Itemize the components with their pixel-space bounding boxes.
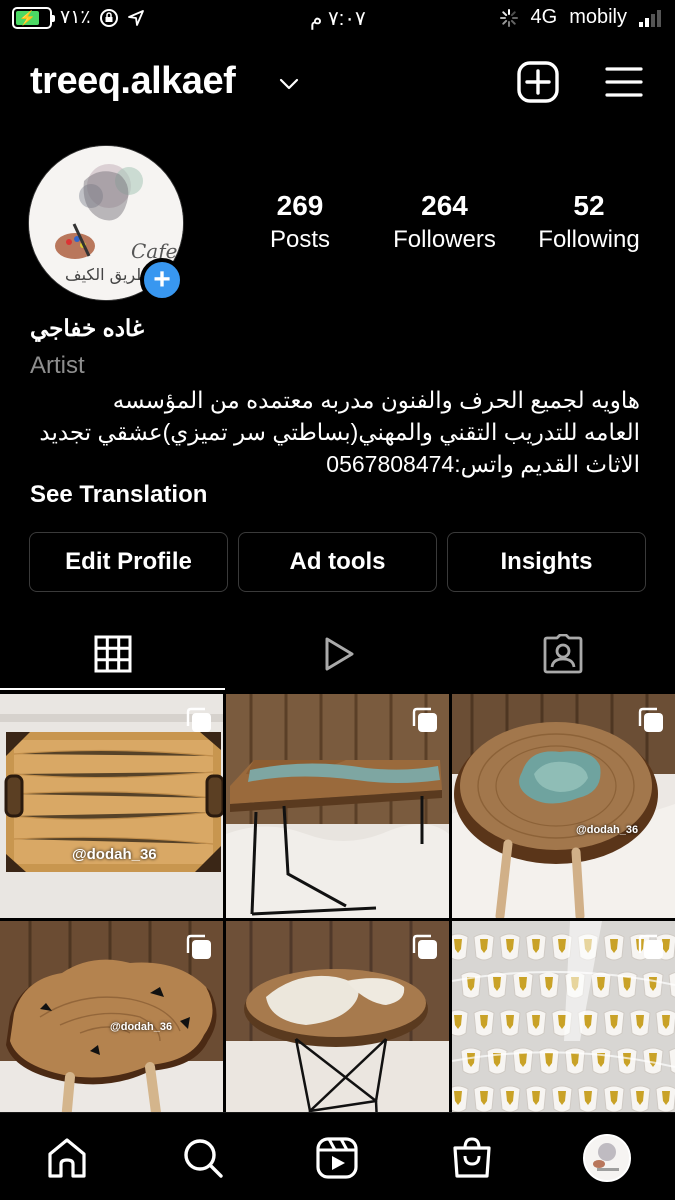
- carousel-icon: [186, 934, 211, 959]
- posts-grid: @dodah_36 @dodah_36 @dodah_36: [0, 694, 675, 1112]
- stat-posts[interactable]: 269 Posts: [250, 190, 350, 254]
- carousel-icon: [638, 707, 663, 732]
- tagged-user-icon: [543, 634, 582, 674]
- tab-tagged[interactable]: [450, 618, 675, 690]
- nav-shop[interactable]: [447, 1133, 497, 1183]
- new-post-icon[interactable]: [516, 60, 560, 104]
- active-tab-indicator: [0, 688, 225, 690]
- nav-home[interactable]: [42, 1133, 92, 1183]
- network-type: 4G: [530, 6, 558, 28]
- see-translation-link[interactable]: See Translation: [30, 481, 207, 509]
- display-name: غاده خفاجي: [30, 315, 144, 341]
- post-thumbnail[interactable]: [226, 921, 449, 1112]
- lock-rotation-icon: [99, 8, 118, 27]
- profile-avatar-mini: [583, 1134, 631, 1182]
- status-time: ٧:٠٧ م: [310, 8, 366, 30]
- nav-profile[interactable]: [582, 1133, 632, 1183]
- profile-tabs: [0, 618, 675, 692]
- bottom-nav: [0, 1112, 675, 1200]
- loading-icon: [499, 8, 518, 27]
- grid-icon: [94, 635, 131, 673]
- following-label: Following: [538, 226, 640, 253]
- reels-icon: [316, 1137, 358, 1179]
- status-left: ⚡ ٧١٪: [12, 6, 145, 29]
- edit-profile-button[interactable]: Edit Profile: [29, 532, 228, 592]
- stat-following[interactable]: 52 Following: [530, 190, 648, 254]
- bio: هاويه لجميع الحرف والفنون مدربه معتمده م…: [28, 384, 640, 480]
- battery-icon: ⚡: [12, 6, 55, 29]
- post-thumbnail[interactable]: @dodah_36: [0, 694, 223, 918]
- ad-tools-button[interactable]: Ad tools: [238, 532, 437, 592]
- carousel-icon: [412, 707, 437, 732]
- status-right: 4G mobily: [499, 6, 661, 29]
- chevron-down-icon[interactable]: [278, 74, 300, 94]
- followers-label: Followers: [393, 226, 496, 253]
- signal-icon: [639, 9, 661, 27]
- post-thumbnail[interactable]: [226, 694, 449, 918]
- carrier-name: mobily: [569, 6, 627, 28]
- home-icon: [48, 1138, 86, 1178]
- tab-posts-grid[interactable]: [0, 618, 225, 690]
- carousel-icon: [186, 707, 211, 732]
- username-switcher[interactable]: treeq.alkaef: [30, 60, 236, 103]
- carousel-icon: [638, 934, 663, 959]
- nav-reels[interactable]: [312, 1133, 362, 1183]
- posts-count: 269: [276, 190, 324, 221]
- post-thumbnail[interactable]: @dodah_36: [452, 694, 675, 918]
- nav-search[interactable]: [178, 1133, 228, 1183]
- carousel-icon: [412, 934, 437, 959]
- search-icon: [184, 1139, 223, 1178]
- menu-icon[interactable]: [604, 62, 644, 102]
- followers-count: 264: [421, 190, 468, 221]
- posts-label: Posts: [269, 226, 331, 253]
- bio-line: هاويه لجميع الحرف والفنون مدربه معتمده م…: [112, 387, 640, 413]
- shop-icon: [453, 1137, 491, 1178]
- bio-line: الاثاث القديم واتس:0567808474: [326, 451, 640, 477]
- post-thumbnail[interactable]: @dodah_36: [0, 921, 223, 1112]
- post-thumbnail[interactable]: [452, 921, 675, 1112]
- watermark: @dodah_36: [72, 846, 157, 863]
- stat-followers[interactable]: 264 Followers: [382, 190, 507, 254]
- svg-text:طريق الكيف: طريق الكيف: [65, 265, 149, 285]
- location-icon: [127, 9, 144, 26]
- profile-header: treeq.alkaef: [0, 52, 675, 112]
- battery-percent: ٧١٪: [60, 7, 91, 28]
- watermark: @dodah_36: [576, 824, 639, 836]
- profile-category: Artist: [30, 352, 85, 379]
- status-bar: ⚡ ٧١٪ ٧:٠٧ م 4G mobily: [0, 0, 675, 38]
- tab-reels[interactable]: [225, 618, 450, 690]
- watermark: @dodah_36: [110, 1021, 173, 1033]
- play-icon: [325, 637, 353, 671]
- insights-button[interactable]: Insights: [447, 532, 646, 592]
- add-story-button[interactable]: +: [140, 258, 184, 302]
- following-count: 52: [573, 190, 605, 221]
- bio-line: العامه للتدريب التقني والمهني(بساطتي سر …: [39, 419, 640, 445]
